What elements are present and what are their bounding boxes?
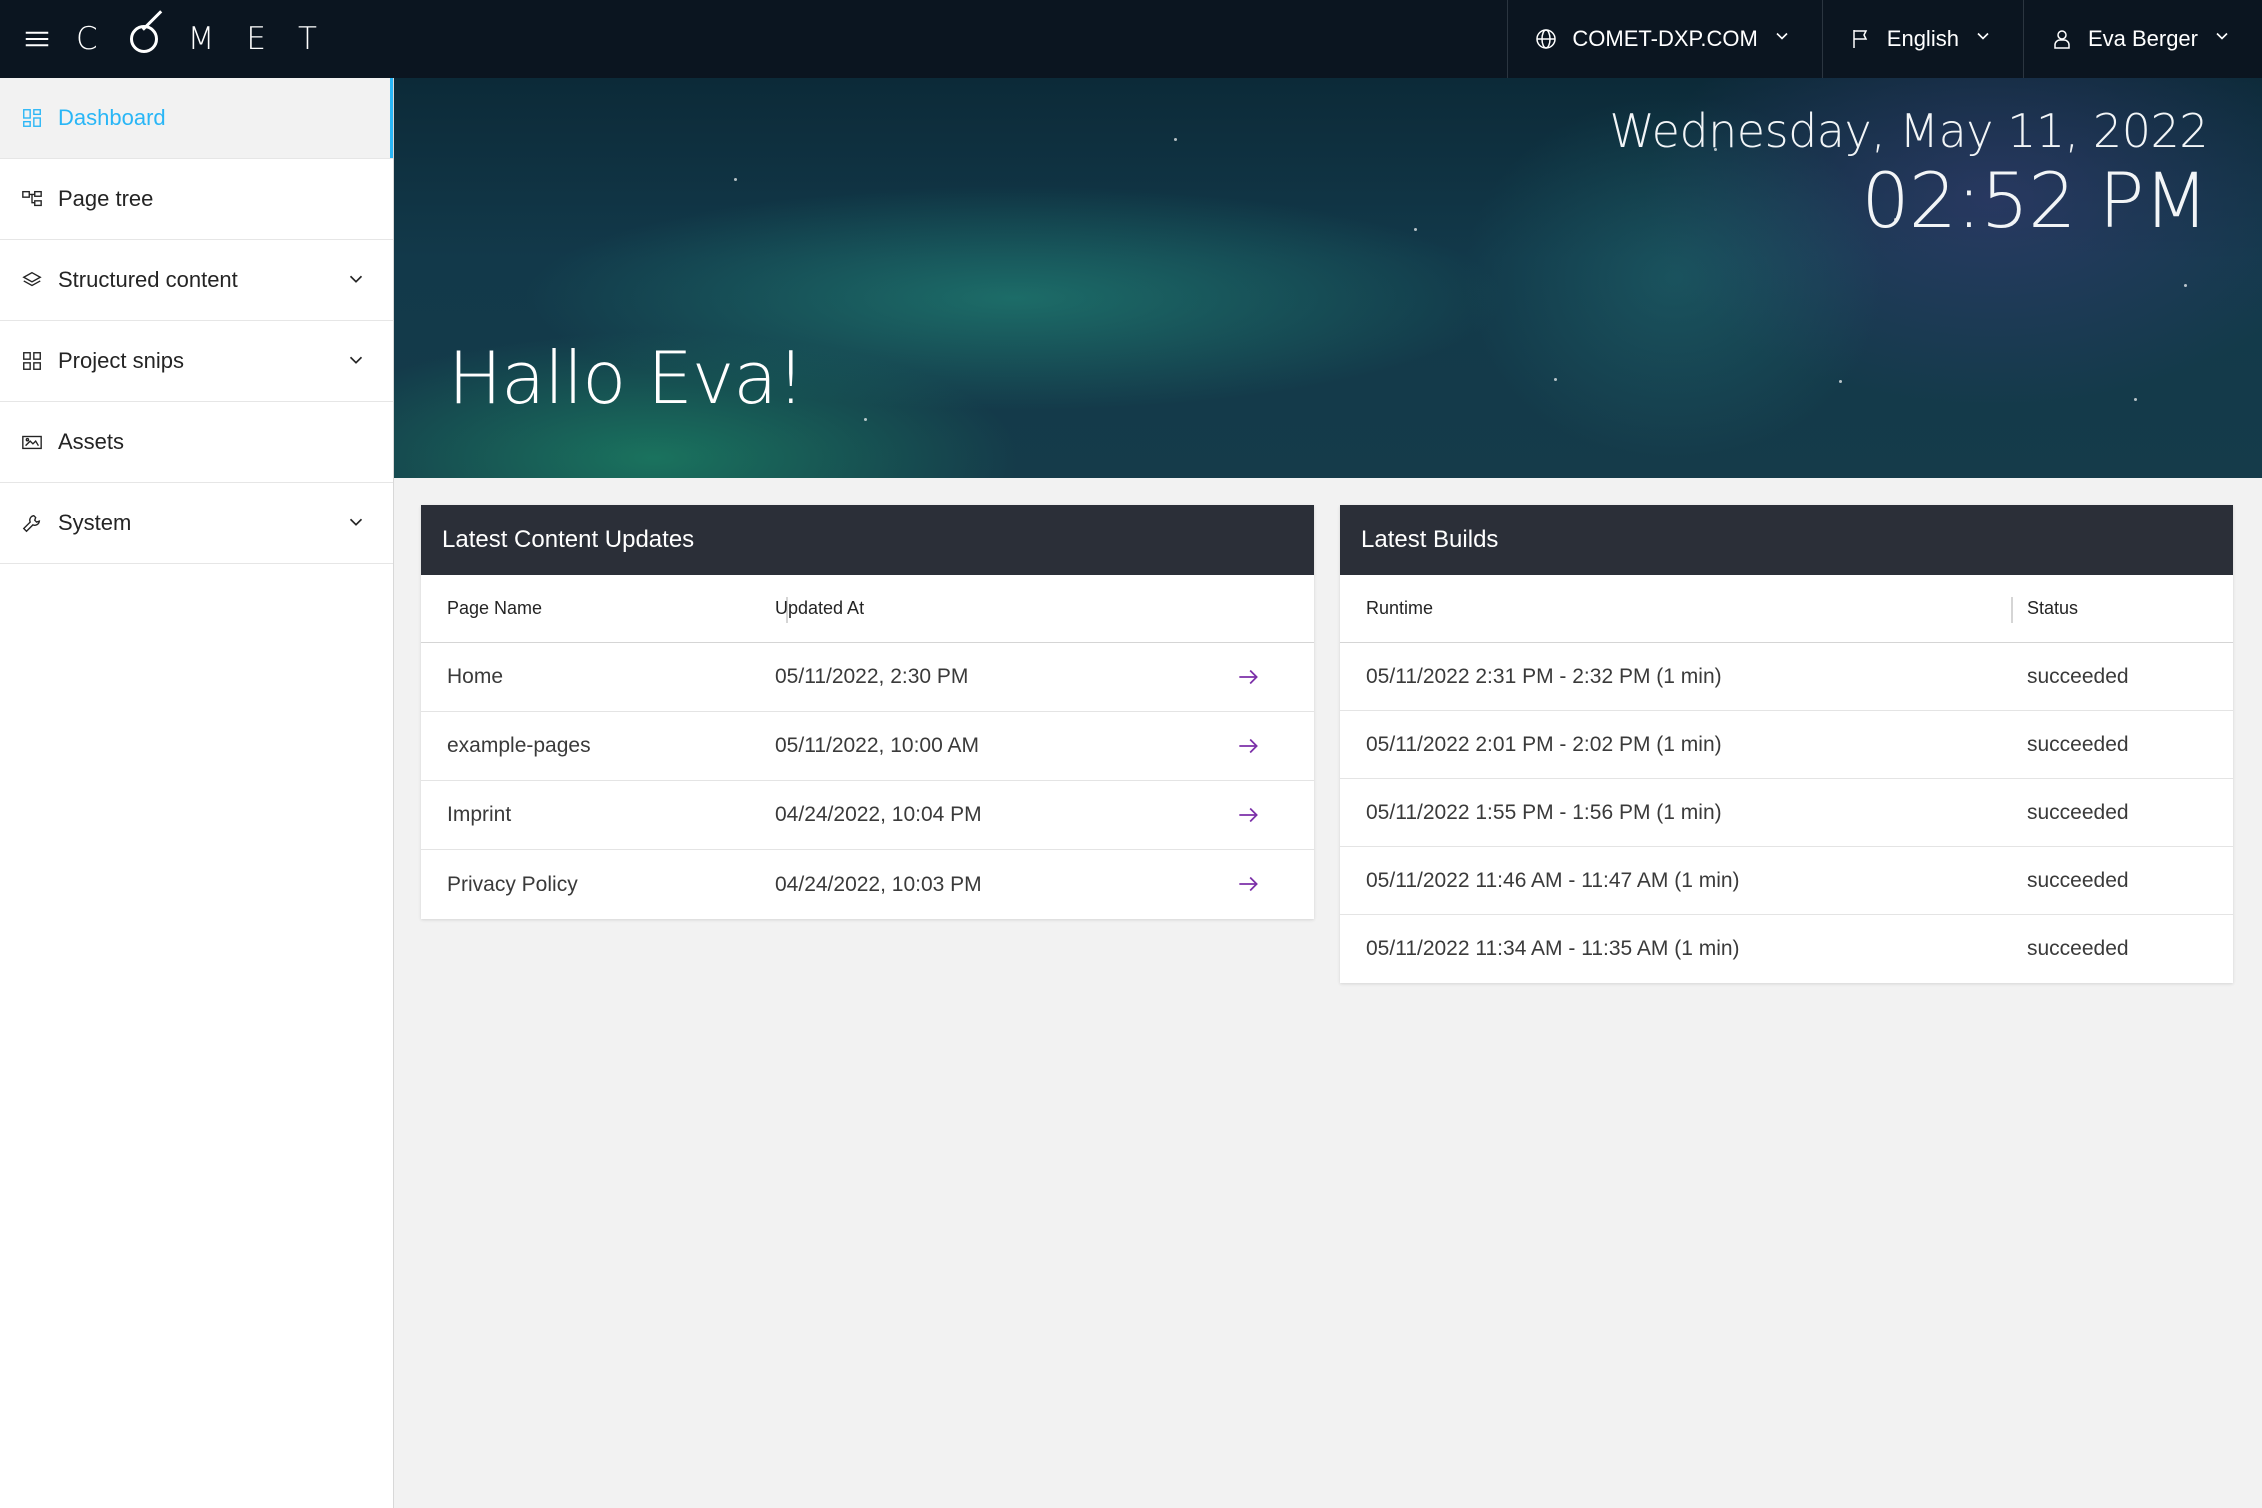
user-icon <box>2054 30 2070 49</box>
logo-letter-e: E <box>246 21 268 57</box>
language-label: English <box>1886 26 1959 51</box>
chevron-down-icon[interactable] <box>345 349 367 371</box>
wrench-icon <box>20 511 44 535</box>
status-cell: succeeded <box>2027 800 2129 824</box>
sidebar-item-label: Assets <box>58 429 125 454</box>
page-name-cell: Imprint <box>447 803 512 826</box>
star <box>734 178 737 181</box>
star <box>1414 228 1417 231</box>
domain-label: COMET-DXP.COM <box>1572 26 1758 51</box>
arrow-right-icon[interactable] <box>1235 802 1261 828</box>
status-cell: succeeded <box>2027 937 2129 960</box>
sidebar-item-system[interactable]: System <box>0 483 393 564</box>
greeting: Hallo Eva! <box>448 336 805 420</box>
table-header: Runtime Status <box>1340 575 2233 643</box>
latest-content-updates-card: Latest Content Updates Page Name Updated… <box>421 505 1314 919</box>
sidebar-item-label: Project snips <box>58 348 184 373</box>
sidebar-item-label: Structured content <box>58 267 238 292</box>
sidebar-item-label: System <box>58 510 132 535</box>
comet-logo[interactable]: C M E T <box>76 21 319 57</box>
updated-at-cell: 04/24/2022, 10:04 PM <box>775 803 982 826</box>
top-bar: C M E T COMET-DXP.COM English Eva Berger <box>0 0 2262 78</box>
sidebar-item-label: Page tree <box>58 186 154 211</box>
current-date: Wednesday, May 11, 2022 <box>1609 104 2208 158</box>
table-row[interactable]: Privacy Policy 04/24/2022, 10:03 PM <box>421 850 1314 919</box>
chevron-down-icon <box>1772 26 1792 52</box>
runtime-cell: 05/11/2022 11:46 AM - 11:47 AM (1 min) <box>1366 868 1740 892</box>
star <box>1174 138 1177 141</box>
table-header: Page Name Updated At <box>421 575 1314 643</box>
logo-letter-m: M <box>187 21 217 57</box>
assets-icon <box>20 430 44 454</box>
card-title: Latest Builds <box>1340 505 2233 575</box>
snips-icon <box>20 349 44 373</box>
table-row[interactable]: Home 05/11/2022, 2:30 PM <box>421 643 1314 712</box>
chevron-down-icon[interactable] <box>345 268 367 290</box>
page-name-cell: Home <box>447 665 504 688</box>
star <box>2184 284 2187 287</box>
page-tree-icon <box>20 187 44 211</box>
menu-button[interactable] <box>0 0 74 78</box>
layers-icon <box>20 268 44 292</box>
status-cell: succeeded <box>2027 868 2129 892</box>
sidebar-item-dashboard[interactable]: Dashboard <box>0 78 393 159</box>
table-row[interactable]: example-pages 05/11/2022, 10:00 AM <box>421 712 1314 781</box>
updated-at-cell: 05/11/2022, 10:00 AM <box>775 734 979 757</box>
user-name: Eva Berger <box>2087 26 2198 51</box>
arrow-right-icon[interactable] <box>1235 664 1261 690</box>
current-time: 02:52 PM <box>1861 156 2209 245</box>
user-menu[interactable]: Eva Berger <box>2022 0 2262 78</box>
arrow-right-icon[interactable] <box>1235 871 1261 897</box>
column-separator[interactable] <box>2011 597 2013 623</box>
hamburger-icon <box>25 31 49 47</box>
sidebar: Dashboard Page tree Structured content P… <box>0 78 394 1508</box>
flag-icon <box>1853 30 1867 48</box>
table-row[interactable]: 05/11/2022 11:46 AM - 11:47 AM (1 min) s… <box>1340 847 2233 915</box>
globe-icon <box>1536 29 1557 49</box>
star <box>1554 378 1557 381</box>
logo-letter-c: C <box>76 21 100 57</box>
column-header-status[interactable]: Status <box>2027 598 2078 619</box>
column-header-runtime[interactable]: Runtime <box>1366 598 1433 619</box>
sidebar-item-project-snips[interactable]: Project snips <box>0 321 393 402</box>
status-cell: succeeded <box>2027 732 2129 756</box>
column-header-page-name[interactable]: Page Name <box>447 598 542 619</box>
domain-selector[interactable]: COMET-DXP.COM <box>1507 0 1821 78</box>
sidebar-item-assets[interactable]: Assets <box>0 402 393 483</box>
arrow-right-icon[interactable] <box>1235 733 1261 759</box>
chevron-down-icon <box>1973 26 1993 52</box>
sidebar-item-structured-content[interactable]: Structured content <box>0 240 393 321</box>
card-title: Latest Content Updates <box>421 505 1314 575</box>
language-selector[interactable]: English <box>1821 0 2023 78</box>
status-cell: succeeded <box>2027 664 2129 688</box>
runtime-cell: 05/11/2022 1:55 PM - 1:56 PM (1 min) <box>1366 800 1722 824</box>
updated-at-cell: 04/24/2022, 10:03 PM <box>775 872 982 896</box>
table-row[interactable]: 05/11/2022 2:01 PM - 2:02 PM (1 min) suc… <box>1340 711 2233 779</box>
page-name-cell: example-pages <box>447 734 591 757</box>
star <box>1839 380 1842 383</box>
chevron-down-icon <box>2212 26 2232 52</box>
column-header-updated-at[interactable]: Updated At <box>775 598 864 619</box>
table-row[interactable]: 05/11/2022 1:55 PM - 1:56 PM (1 min) suc… <box>1340 779 2233 847</box>
sidebar-item-page-tree[interactable]: Page tree <box>0 159 393 240</box>
runtime-cell: 05/11/2022 2:31 PM - 2:32 PM (1 min) <box>1366 664 1722 688</box>
dashboard-hero: Wednesday, May 11, 2022 02:52 PM Hallo E… <box>394 78 2262 478</box>
table-row[interactable]: Imprint 04/24/2022, 10:04 PM <box>421 781 1314 850</box>
logo-letter-t: T <box>298 21 319 57</box>
table-row[interactable]: 05/11/2022 11:34 AM - 11:35 AM (1 min) s… <box>1340 915 2233 983</box>
logo-comet-mark <box>129 25 158 53</box>
sidebar-item-label: Dashboard <box>58 105 166 130</box>
runtime-cell: 05/11/2022 11:34 AM - 11:35 AM (1 min) <box>1366 937 1740 960</box>
runtime-cell: 05/11/2022 2:01 PM - 2:02 PM (1 min) <box>1366 732 1722 756</box>
dashboard-icon <box>20 106 44 130</box>
updated-at-cell: 05/11/2022, 2:30 PM <box>775 665 969 688</box>
chevron-down-icon[interactable] <box>345 511 367 533</box>
table-row[interactable]: 05/11/2022 2:31 PM - 2:32 PM (1 min) suc… <box>1340 643 2233 711</box>
page-name-cell: Privacy Policy <box>447 872 578 896</box>
star <box>864 418 867 421</box>
star <box>2134 398 2137 401</box>
latest-builds-card: Latest Builds Runtime Status 05/11/2022 … <box>1340 505 2233 983</box>
